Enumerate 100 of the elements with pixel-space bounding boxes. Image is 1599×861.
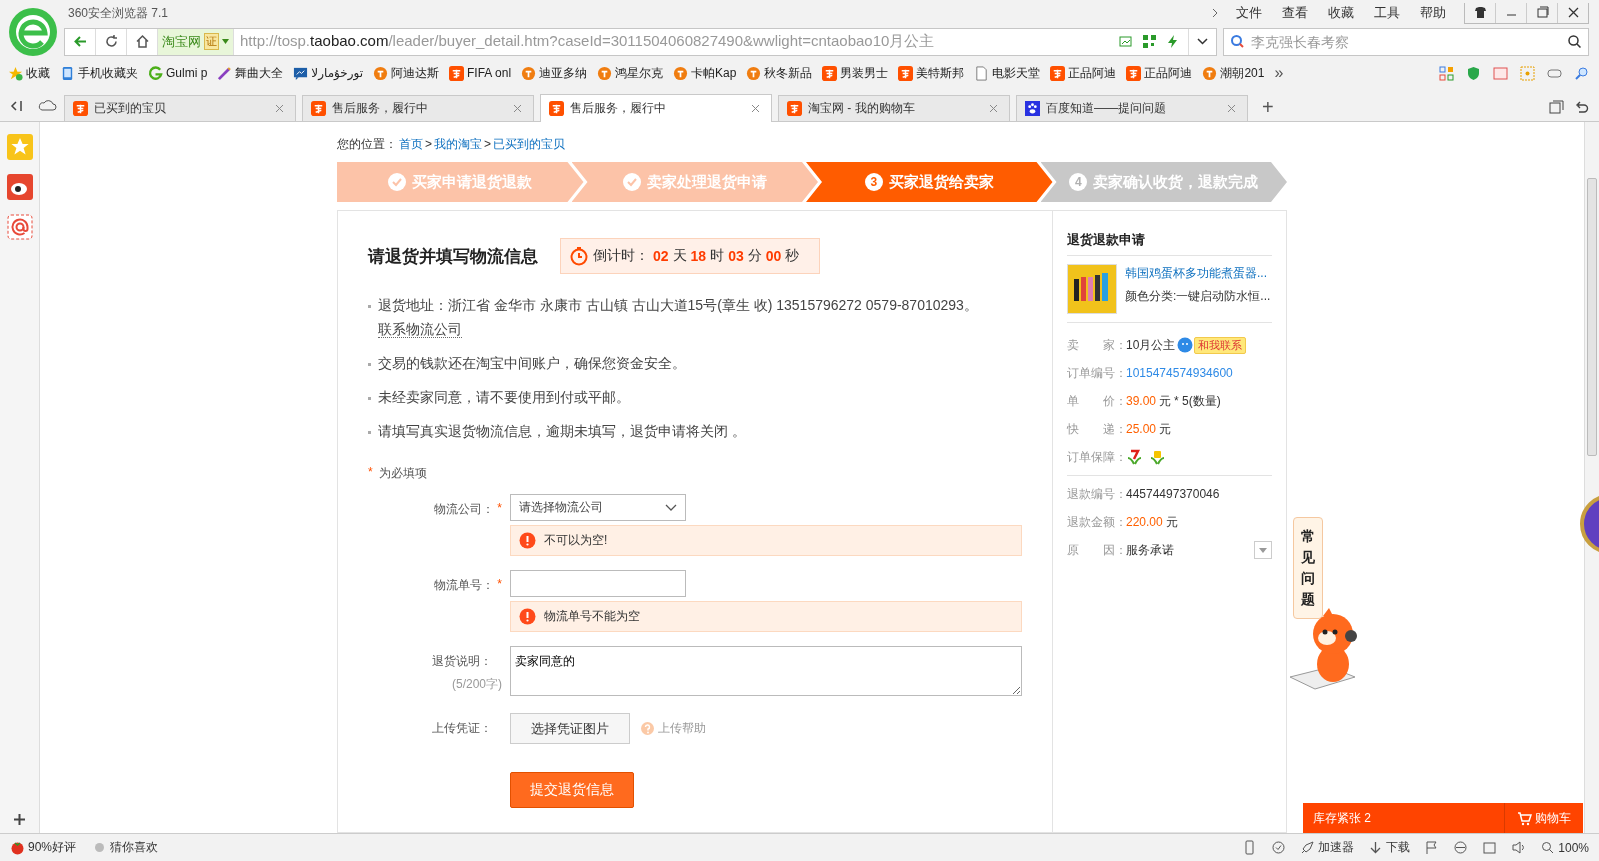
page-icon bbox=[974, 65, 990, 81]
bookmark-item[interactable]: 正品阿迪 bbox=[1126, 64, 1193, 82]
tracking-number-field[interactable] bbox=[510, 570, 686, 597]
bookmark-item[interactable]: تورخۇمارلا bbox=[293, 65, 364, 81]
product-sku: 颜色分类:一键启动防水恒... bbox=[1125, 288, 1271, 305]
bookmark-item[interactable]: 秋冬新品 bbox=[746, 64, 813, 82]
lightning-icon[interactable] bbox=[1165, 34, 1180, 49]
bookmark-item[interactable]: Gulmi p bbox=[148, 65, 208, 81]
bookmark-item[interactable]: 手机收藏夹 bbox=[60, 64, 138, 82]
at-sign-icon[interactable] bbox=[6, 214, 33, 240]
bookmark-item[interactable]: 正品阿迪 bbox=[1050, 64, 1117, 82]
bookmark-item[interactable]: 美特斯邦 bbox=[898, 64, 965, 82]
product-title-link[interactable]: 韩国鸡蛋杯多功能煮蛋器... bbox=[1125, 265, 1271, 282]
reason-dropdown-button[interactable] bbox=[1254, 541, 1272, 559]
restore-tabs-icon[interactable] bbox=[1549, 100, 1564, 115]
logistics-company-select[interactable]: 请选择物流公司 bbox=[510, 494, 686, 521]
weibo-eye-icon[interactable] bbox=[6, 174, 33, 200]
qr-code-icon[interactable] bbox=[1142, 34, 1157, 49]
g-logo-icon bbox=[148, 65, 163, 81]
browser-logo-icon bbox=[8, 7, 58, 57]
reason-value: 服务承诺 bbox=[1126, 541, 1174, 559]
menu-item[interactable]: 文件 bbox=[1226, 4, 1272, 22]
search-engine-icon[interactable] bbox=[1230, 34, 1245, 49]
menu-item[interactable]: 查看 bbox=[1272, 4, 1318, 22]
seven-day-return-icon bbox=[1126, 448, 1143, 466]
field-label: 卖 家： bbox=[1067, 336, 1126, 354]
search-field[interactable]: 李克强长春考察 bbox=[1249, 32, 1563, 51]
bookmark-item[interactable]: 男装男士 bbox=[822, 64, 889, 82]
field-label: 上传凭证： bbox=[432, 720, 492, 737]
screenshot-icon[interactable] bbox=[1520, 65, 1535, 81]
url-text[interactable]: http://tosp.taobao.com/leader/buyer_detail.htm?caseId=3011504060827490&wwlight=cntaobao10月公主 bbox=[234, 32, 1111, 51]
bookmark-item[interactable]: 收藏 bbox=[8, 64, 50, 82]
browser-tab[interactable]: 已买到的宝贝 bbox=[64, 95, 296, 121]
bookmark-item[interactable]: 迪亚多纳 bbox=[521, 64, 588, 82]
more-bookmarks-button[interactable]: » bbox=[1274, 64, 1284, 82]
browser-tab[interactable]: 售后服务，履行中 bbox=[302, 95, 534, 121]
search-bar[interactable]: 李克强长春考察 bbox=[1223, 27, 1589, 56]
notice-text: 交易的钱款还在淘宝中间账户，确保您资金安全。 bbox=[368, 351, 1022, 375]
home-icon[interactable] bbox=[134, 34, 150, 49]
shop-badge-icon bbox=[521, 65, 537, 81]
picture-icon[interactable] bbox=[1119, 34, 1134, 49]
price-value: 25.00 bbox=[1126, 422, 1157, 436]
chevron-icon[interactable] bbox=[1210, 8, 1220, 18]
address-bar[interactable]: 淘宝网 证 http://tosp.taobao.com/leader/buyer_detail.htm?caseId=3011504060827490&wwlight=cntaobao10月公主 bbox=[64, 27, 1217, 56]
field-label: 快 递： bbox=[1067, 420, 1126, 438]
status-item[interactable]: 猜你喜欢 bbox=[92, 839, 159, 856]
menu-item[interactable]: 收藏 bbox=[1318, 4, 1364, 22]
cart-icon[interactable] bbox=[1517, 810, 1532, 826]
bookmark-item[interactable]: 阿迪达斯 bbox=[373, 64, 440, 82]
breadcrumb-link[interactable]: 我的淘宝 bbox=[434, 135, 482, 153]
apps-grid-icon[interactable] bbox=[1439, 65, 1454, 81]
caret-icon[interactable] bbox=[1259, 547, 1267, 553]
menu-item[interactable]: 帮助 bbox=[1410, 4, 1456, 22]
browser-tab[interactable]: 淘宝网 - 我的购物车 bbox=[778, 95, 1010, 121]
breadcrumb-link[interactable]: 已买到的宝贝 bbox=[493, 135, 566, 153]
order-number-link[interactable]: 1015474574934600 bbox=[1126, 366, 1233, 380]
status-item[interactable]: 90%好评 bbox=[10, 839, 77, 856]
back-arrow-icon[interactable] bbox=[72, 34, 88, 49]
magnifier-icon[interactable] bbox=[1574, 65, 1589, 81]
bookmark-item[interactable]: FIFA onl bbox=[449, 65, 512, 81]
shirt-icon[interactable] bbox=[1472, 5, 1488, 20]
new-tab-button[interactable]: + bbox=[1254, 96, 1282, 119]
shield-icon[interactable] bbox=[1466, 65, 1481, 81]
menu-item[interactable]: 工具 bbox=[1364, 4, 1410, 22]
bookmark-item[interactable]: 舞曲大全 bbox=[217, 64, 284, 82]
countdown-value: 00 bbox=[765, 248, 782, 264]
bookmark-item[interactable]: 潮朝201 bbox=[1202, 64, 1265, 82]
accelerator-button[interactable]: 加速器 bbox=[1300, 839, 1355, 856]
chat-bubble-icon[interactable] bbox=[1177, 337, 1194, 353]
tomato-icon[interactable] bbox=[10, 840, 25, 855]
flag-icon[interactable] bbox=[1424, 840, 1440, 855]
bookmark-item[interactable]: 电影天堂 bbox=[974, 64, 1041, 82]
download-button[interactable]: 下载 bbox=[1368, 839, 1411, 856]
undo-icon[interactable] bbox=[1574, 100, 1589, 115]
speaker-icon[interactable] bbox=[1511, 840, 1527, 855]
contact-logistics-link[interactable]: 联系物流公司 bbox=[378, 321, 462, 338]
search-icon[interactable] bbox=[1567, 34, 1582, 49]
countdown-unit: 天 bbox=[672, 247, 687, 265]
return-note-field[interactable]: 卖家同意的 bbox=[510, 646, 1022, 696]
site-identity-badge[interactable]: 淘宝网 证 bbox=[158, 28, 234, 55]
chevron-down-icon[interactable] bbox=[665, 503, 677, 512]
browser-tab[interactable]: 百度知道——提问问题 bbox=[1016, 95, 1248, 121]
scrollbar[interactable] bbox=[1584, 122, 1599, 833]
refresh-icon[interactable] bbox=[103, 34, 119, 49]
quantity-text: * 5(数量) bbox=[1174, 392, 1221, 410]
browser-tab[interactable]: 售后服务，履行中 bbox=[540, 94, 772, 122]
magnifier-icon[interactable] bbox=[1540, 840, 1556, 855]
add-icon[interactable] bbox=[12, 812, 27, 827]
field-label: 原 因： bbox=[1067, 541, 1126, 559]
window-icon[interactable] bbox=[1482, 840, 1498, 855]
faq-tab[interactable]: 常见问题 bbox=[1293, 517, 1323, 619]
maximize-icon[interactable] bbox=[1534, 5, 1550, 20]
notice-text: 请填写真实退货物流信息，逾期未填写，退货申请将关闭 。 bbox=[368, 419, 1022, 443]
window-title: 360安全浏览器 7.1 bbox=[68, 4, 169, 22]
field-label: 订单保障： bbox=[1067, 448, 1126, 466]
bookmark-item[interactable]: 卡帕Kap bbox=[673, 64, 737, 82]
choose-image-button[interactable]: 选择凭证图片 bbox=[510, 713, 630, 744]
bookmark-item[interactable]: 鸿星尔克 bbox=[597, 64, 664, 82]
zoom-level-button[interactable]: 100% bbox=[1540, 840, 1589, 855]
breadcrumb-link[interactable]: 首页 bbox=[399, 135, 423, 153]
